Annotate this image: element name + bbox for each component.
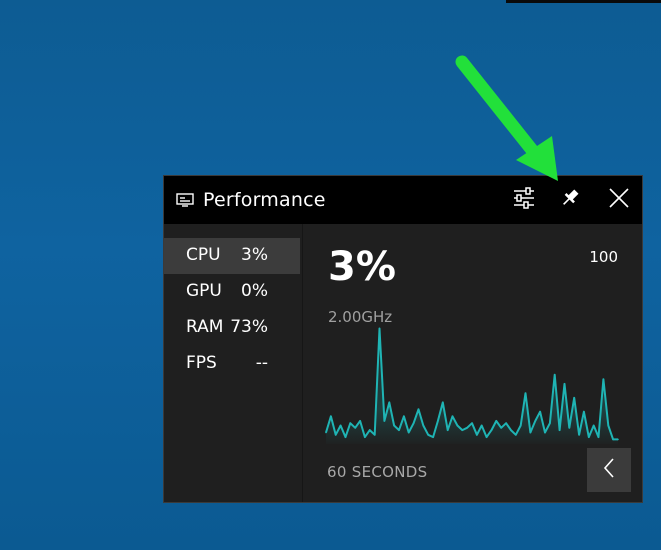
graph-point: [354, 427, 356, 429]
graph-point: [334, 434, 337, 436]
settings-icon: [512, 187, 536, 213]
graph-point: [344, 436, 347, 438]
graph-point: [373, 434, 376, 436]
graph-point: [364, 436, 366, 438]
widget-titlebar[interactable]: Performance: [164, 176, 642, 224]
graph-point: [553, 373, 556, 376]
pane-divider: [302, 224, 303, 502]
close-icon: [608, 187, 630, 213]
graph-point: [529, 431, 532, 434]
widget-title: Performance: [203, 189, 326, 211]
graph-point: [539, 410, 541, 413]
graph-point: [476, 434, 478, 436]
graph-point: [339, 424, 342, 427]
graph-point: [437, 420, 439, 422]
graph-area-fill: [326, 328, 618, 444]
graph-point: [505, 422, 507, 424]
chevron-left-icon: [602, 457, 616, 483]
pin-icon: [559, 187, 581, 213]
metric-value: --: [255, 353, 268, 373]
graph-point: [534, 420, 537, 422]
graph-point: [617, 438, 619, 441]
metric-value: 3%: [241, 245, 268, 265]
graph-point: [349, 422, 352, 424]
graph-point: [359, 420, 361, 422]
graph-point: [466, 427, 468, 429]
metric-list: CPU 3% GPU 0% RAM 73% FPS --: [164, 238, 302, 382]
graph-point: [588, 436, 590, 438]
graph-point: [412, 422, 415, 424]
metric-label: CPU: [186, 245, 221, 265]
graph-point: [500, 427, 502, 429]
top-window-edge: [506, 0, 661, 3]
current-usage-value: 3%: [328, 244, 396, 290]
graph-point: [558, 429, 561, 431]
graph-point: [442, 401, 444, 404]
graph-point: [432, 436, 434, 438]
graph-point: [485, 436, 488, 438]
graph-point: [510, 429, 512, 431]
graph-point: [398, 429, 400, 431]
graph-point: [519, 424, 522, 427]
graph-point: [583, 410, 585, 413]
graph-point: [393, 424, 395, 427]
graph-point: [383, 420, 386, 422]
graph-duration-label: 60 SECONDS: [327, 463, 428, 481]
metric-value: 0%: [241, 281, 268, 301]
performance-icon: [176, 192, 194, 207]
graph-point: [330, 415, 332, 418]
metric-row-cpu[interactable]: CPU 3%: [164, 238, 300, 274]
graph-max-value: 100: [589, 248, 618, 266]
graph-point: [568, 427, 571, 429]
metric-row-ram[interactable]: RAM 73%: [164, 310, 300, 346]
settings-button[interactable]: [510, 186, 538, 214]
metric-label: FPS: [186, 353, 217, 373]
metric-label: GPU: [186, 281, 222, 301]
usage-graph: [325, 327, 619, 444]
graph-point: [573, 397, 575, 399]
graph-point: [592, 424, 595, 427]
graph-point: [524, 392, 527, 394]
graph-point: [515, 434, 517, 436]
graph-point: [607, 424, 610, 427]
metric-label: RAM: [186, 317, 224, 337]
metric-row-gpu[interactable]: GPU 0%: [164, 274, 300, 310]
close-button[interactable]: [605, 186, 633, 214]
graph-point: [544, 431, 546, 434]
graph-point: [369, 429, 371, 431]
graph-point: [480, 424, 483, 427]
graph-point: [451, 415, 454, 418]
graph-point: [422, 424, 425, 427]
graph-point: [403, 415, 405, 418]
pin-button[interactable]: [556, 186, 584, 214]
graph-point: [427, 434, 429, 436]
graph-point: [456, 424, 459, 427]
graph-point: [325, 431, 327, 434]
graph-point: [446, 429, 449, 431]
graph-point: [602, 378, 605, 381]
collapse-button[interactable]: [587, 448, 631, 492]
graph-point: [578, 434, 580, 436]
metric-row-fps[interactable]: FPS --: [164, 346, 300, 382]
graph-point: [495, 420, 498, 422]
metric-value: 73%: [230, 317, 268, 337]
graph-point: [388, 401, 391, 404]
graph-point: [563, 383, 566, 385]
graph-point: [378, 327, 381, 330]
performance-widget: Performance CPU 3% GPU 0% RAM 73% FPS --…: [163, 175, 643, 503]
graph-point: [417, 408, 420, 411]
graph-point: [471, 422, 473, 424]
graph-point: [597, 436, 600, 438]
graph-point: [490, 429, 493, 431]
graph-point: [407, 431, 410, 434]
graph-point: [461, 429, 464, 431]
graph-point: [612, 438, 614, 441]
graph-point: [549, 422, 551, 424]
